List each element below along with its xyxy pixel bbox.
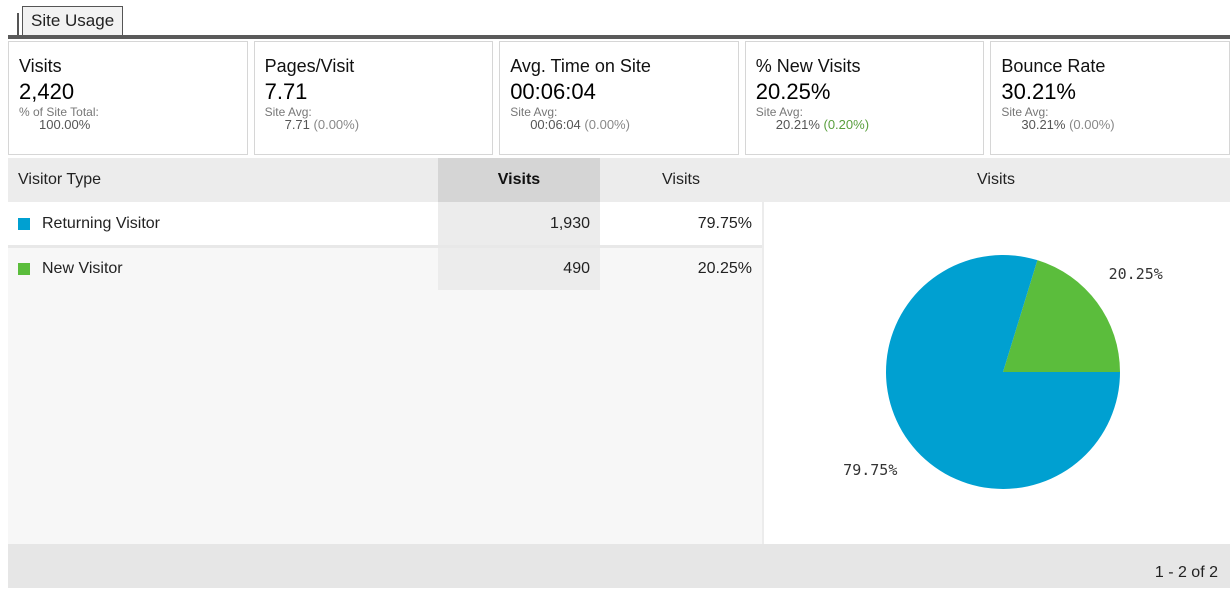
tab-divider (8, 35, 1230, 39)
scorecard-compare: 7.71 (0.00%) (285, 118, 493, 132)
pie-data-label: 20.25% (1109, 265, 1163, 283)
pagination: 1 - 2 of 2 (8, 544, 1230, 588)
scorecard-compare: 100.00% (39, 118, 247, 132)
scorecard-value: 2,420 (19, 79, 75, 104)
column-header-visits-count[interactable]: Visits (438, 158, 600, 202)
scorecard-new-visits[interactable]: % New Visits 20.25% Site Avg: 20.21% (0.… (744, 41, 985, 155)
scorecard-label: Pages/Visit (264, 56, 355, 76)
scorecard-delta: (0.00%) (313, 117, 360, 132)
scorecard-compare-value: 00:06:04 (530, 117, 581, 132)
scorecard-value: 7.71 (264, 79, 308, 104)
column-header-visitor-type[interactable]: Visitor Type (8, 158, 438, 202)
table-row[interactable]: New Visitor 490 20.25% (8, 248, 762, 544)
scorecard-label: % New Visits (755, 56, 861, 76)
tab-site-usage[interactable]: Site Usage (16, 6, 124, 35)
scorecard-compare-value: 30.21% (1021, 117, 1066, 132)
legend-swatch (18, 263, 30, 275)
scorecard-delta: (0.20%) (823, 117, 870, 132)
cell-visitor-type: Returning Visitor (8, 203, 438, 245)
visits-pie-chart: 20.25% 79.75% (843, 255, 1163, 489)
scorecard-value: 00:06:04 (510, 79, 596, 104)
scorecard-compare-value: 20.21% (775, 117, 820, 132)
legend-swatch (18, 218, 30, 230)
scorecard-bounce-rate[interactable]: Bounce Rate 30.21% Site Avg: 30.21% (0.0… (990, 41, 1230, 155)
visitor-type-label[interactable]: New Visitor (42, 260, 123, 277)
scorecard-visits[interactable]: Visits 2,420 % of Site Total: 100.00% (8, 41, 248, 155)
scorecard-value: 30.21% (1001, 79, 1076, 104)
scorecard-compare: 30.21% (0.00%) (1021, 118, 1229, 132)
cell-visits: 1,930 (438, 203, 600, 245)
scorecard-delta: (0.00%) (584, 117, 630, 132)
cell-visits-percent: 20.25% (697, 260, 752, 277)
table-row[interactable]: Returning Visitor 1,930 79.75% (8, 203, 762, 245)
visitor-type-table: Visitor Type Visits Visits Visits Return… (8, 158, 1230, 588)
column-header-visits-chart[interactable]: Visits (762, 158, 1230, 202)
scorecard-compare-value: 7.71 (284, 117, 310, 132)
column-header-visits-percent[interactable]: Visits (600, 158, 762, 202)
scorecard-label: Bounce Rate (1001, 56, 1106, 76)
scorecard-value: 20.25% (755, 79, 831, 104)
scorecard-pages-per-visit[interactable]: Pages/Visit 7.71 Site Avg: 7.71 (0.00%) (253, 41, 494, 155)
visitor-type-label[interactable]: Returning Visitor (42, 215, 160, 232)
scorecard-compare-value: 100.00% (39, 117, 91, 132)
scorecard-label: Avg. Time on Site (510, 56, 651, 76)
pie-data-label: 79.75% (843, 461, 897, 479)
scorecards: Visits 2,420 % of Site Total: 100.00% Pa… (8, 41, 1230, 155)
cell-visitor-type: New Visitor (8, 248, 438, 290)
scorecard-avg-time[interactable]: Avg. Time on Site 00:06:04 Site Avg: 00:… (499, 41, 739, 155)
pie-chart-cell: 20.25% 79.75% (762, 202, 1230, 544)
scorecard-compare: 00:06:04 (0.00%) (530, 118, 738, 132)
tab-bar: Site Usage (0, 0, 1230, 40)
scorecard-delta: (0.00%) (1069, 117, 1115, 132)
scorecard-compare: 20.21% (0.20%) (776, 118, 984, 132)
scorecard-label: Visits (19, 56, 62, 76)
cell-visits-percent: 79.75% (600, 203, 762, 245)
cell-visits: 490 (438, 248, 600, 290)
